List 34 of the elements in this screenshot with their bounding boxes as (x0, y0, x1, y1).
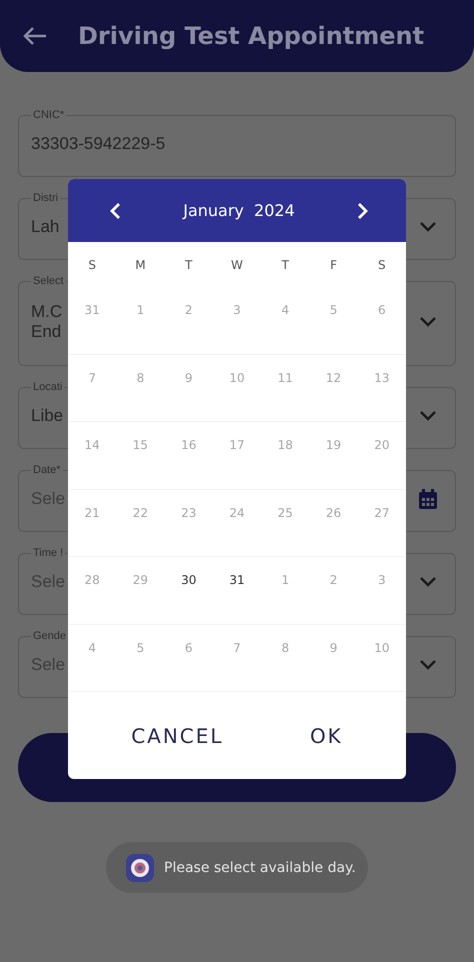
month-label: January 2024 (183, 201, 295, 220)
calendar-day[interactable]: 31 (229, 573, 245, 587)
weekday-label: W (230, 258, 244, 272)
chevron-down-icon (419, 576, 437, 588)
field-value: 33303-5942229-5 (31, 134, 166, 154)
back-arrow-icon[interactable] (22, 26, 48, 46)
screen-title: Driving Test Appointment (78, 22, 424, 50)
calendar-icon[interactable] (419, 489, 437, 509)
field-label: Locati (32, 381, 64, 393)
weekday-label: T (184, 258, 194, 272)
field-value: Lah (31, 217, 60, 237)
weekday-label: M (134, 258, 147, 272)
chevron-down-icon (419, 316, 437, 328)
field-value: M.C End (31, 302, 62, 342)
weekday-label: S (377, 258, 387, 272)
chevron-down-icon (419, 221, 437, 233)
app-logo-icon (126, 854, 154, 882)
field-label: Gende (32, 630, 68, 642)
ok-button[interactable]: OK (300, 718, 353, 754)
field-value: Libe (31, 406, 64, 426)
field-label: Date* (32, 464, 62, 476)
weekday-label: F (329, 258, 338, 272)
field-label: Select (32, 275, 65, 287)
cancel-button[interactable]: CANCEL (121, 718, 234, 754)
calendar-day[interactable]: 30 (181, 573, 196, 587)
field-label: CNIC* (32, 109, 66, 121)
weekday-label: T (280, 258, 290, 272)
field-label: Time ! (32, 547, 64, 559)
chevron-down-icon (419, 659, 437, 671)
weekday-label: S (87, 258, 97, 272)
input-field[interactable]: CNIC* 33303-5942229-5 (18, 109, 456, 177)
chevron-down-icon (419, 410, 437, 422)
field-label: Distri (32, 192, 60, 204)
toast-text: Please select available day. (164, 860, 356, 876)
